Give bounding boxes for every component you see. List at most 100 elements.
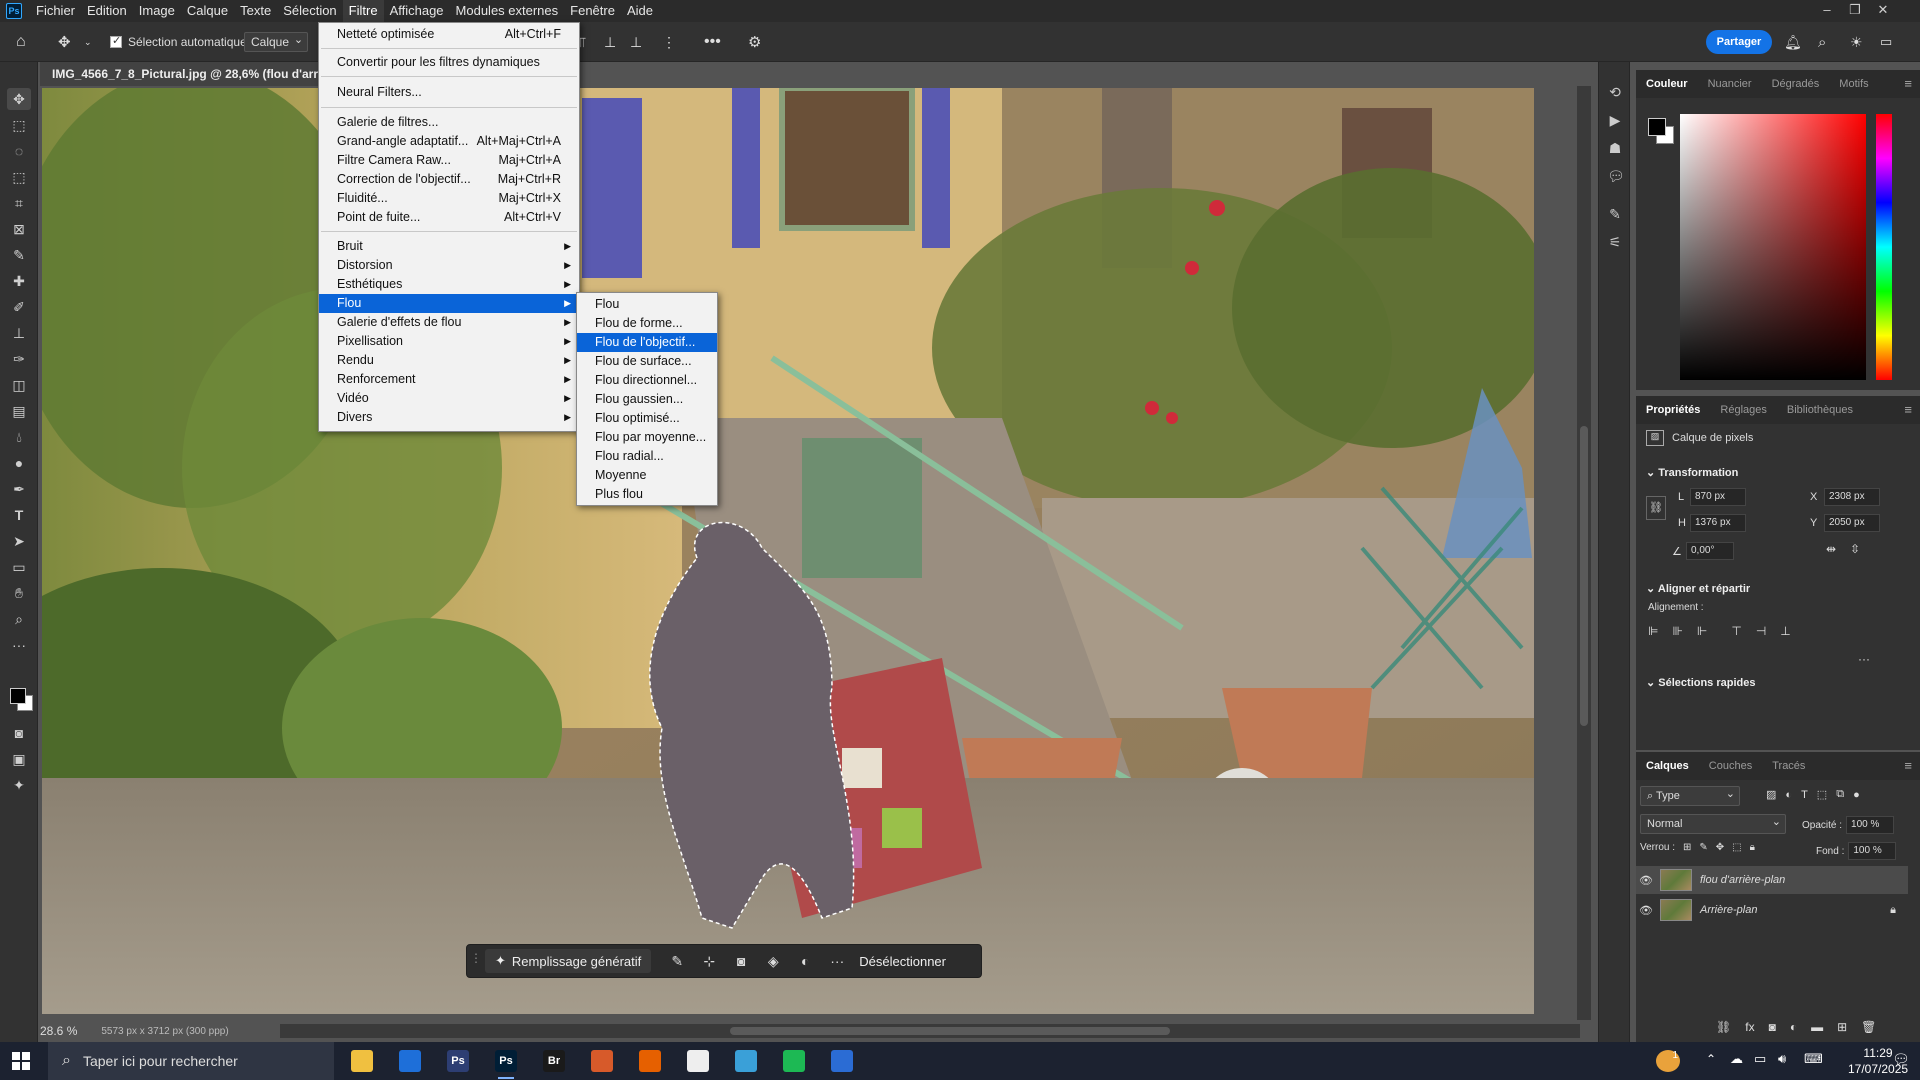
taskbar-app-notepad-icon[interactable] (678, 1047, 718, 1075)
healing-brush-tool-icon[interactable]: ✚ (7, 270, 31, 292)
history-brush-tool-icon[interactable]: ✑ (7, 348, 31, 370)
mask-icon[interactable]: ◙ (725, 953, 757, 969)
drag-handle-icon[interactable]: ⋮ (470, 951, 482, 965)
menu-texte[interactable]: Texte (234, 0, 277, 22)
onedrive-icon[interactable]: ☁ (1730, 1051, 1743, 1067)
volume-icon[interactable]: 🔊︎ (1778, 1051, 1786, 1067)
width-field[interactable]: 870 px (1690, 488, 1746, 506)
align-left-icon[interactable]: ⊫ (1648, 624, 1658, 638)
move-tool-icon[interactable]: ✥ (58, 31, 71, 53)
tab-couleur[interactable]: Couleur (1636, 70, 1698, 98)
add-mask-icon[interactable]: ◙ (1769, 1020, 1776, 1034)
menu-item-fluidite[interactable]: Fluidité... Maj+Ctrl+X (319, 189, 579, 208)
layer-row-arriere-plan[interactable]: 👁︎ Arrière-plan 🔒︎ (1636, 896, 1908, 924)
menu-item-flou[interactable]: Flou ▶ (319, 294, 579, 313)
deselect-button[interactable]: Désélectionner (859, 954, 946, 969)
share-button[interactable]: Partager (1706, 30, 1772, 54)
zoom-level[interactable]: 28.6 % (40, 1024, 77, 1038)
foreground-color-swatch[interactable] (10, 688, 26, 704)
more-options-icon[interactable]: ••• (704, 31, 721, 53)
y-field[interactable]: 2050 px (1824, 514, 1880, 532)
tab-nuancier[interactable]: Nuancier (1698, 70, 1762, 98)
submenu-item-flou-par-moyenne[interactable]: Flou par moyenne... (577, 428, 717, 447)
menu-item-neural-filters[interactable]: Neural Filters... (319, 83, 579, 102)
horizontal-scrollbar[interactable] (280, 1024, 1580, 1038)
height-field[interactable]: 1376 px (1690, 514, 1746, 532)
new-layer-icon[interactable]: ⊞ (1837, 1020, 1847, 1034)
brush-settings-icon[interactable]: ✎ (1607, 206, 1623, 223)
taskbar-app-word-icon[interactable] (822, 1047, 862, 1075)
menu-item-grand-angle[interactable]: Grand-angle adaptatif... Alt+Maj+Ctrl+A (319, 132, 579, 151)
taskbar-app-firefox-icon[interactable] (630, 1047, 670, 1075)
visibility-eye-icon[interactable]: 👁︎ (1636, 904, 1656, 917)
minimize-icon[interactable]: – (1814, 0, 1840, 22)
blend-mode-select[interactable]: Normal (1640, 813, 1786, 834)
tab-reglages[interactable]: Réglages (1710, 396, 1776, 424)
submenu-item-flou-de-surface[interactable]: Flou de surface... (577, 352, 717, 371)
vertical-scrollbar-thumb[interactable] (1580, 426, 1588, 726)
opacity-field[interactable]: 100 % (1846, 816, 1895, 834)
menu-affichage[interactable]: Affichage (384, 0, 450, 22)
gradient-tool-icon[interactable]: ▤ (7, 400, 31, 422)
submenu-item-moyenne[interactable]: Moyenne (577, 466, 717, 485)
fx-icon[interactable]: fx (1745, 1020, 1754, 1034)
taskbar-app-photo-app-icon[interactable] (726, 1047, 766, 1075)
hand-tool-icon[interactable]: ✋︎ (7, 582, 31, 604)
eraser-tool-icon[interactable]: ◫ (7, 374, 31, 396)
discover-lightbulb-icon[interactable]: ☀ (1850, 31, 1863, 53)
settings-gear-icon[interactable]: ⚙ (748, 31, 761, 53)
submenu-item-plus-flou[interactable]: Plus flou (577, 485, 717, 504)
menu-filtre[interactable]: Filtre (342, 0, 384, 22)
menu-item-divers[interactable]: Divers ▶ (319, 408, 579, 427)
tool-preset-chevron-icon[interactable]: ⌄ (84, 31, 92, 53)
vertical-scrollbar[interactable] (1577, 86, 1591, 1020)
align-section-header[interactable]: ⌄ Aligner et répartir (1646, 582, 1750, 595)
eyedropper-tool-icon[interactable]: ✎ (7, 244, 31, 266)
menu-item-point-de-fuite[interactable]: Point de fuite... Alt+Ctrl+V (319, 208, 579, 227)
menu-item-nettete-optimisee[interactable]: Netteté optimisée Alt+Ctrl+F (319, 25, 579, 44)
menu-item-correction-objectif[interactable]: Correction de l'objectif... Maj+Ctrl+R (319, 170, 579, 189)
panel-menu-icon[interactable]: ≡ (1904, 76, 1912, 91)
menu-item-convertir-filtres-dynamiques[interactable]: Convertir pour les filtres dynamiques (319, 53, 579, 72)
submenu-item-flou-gaussien[interactable]: Flou gaussien... (577, 390, 717, 409)
flip-vertical-icon[interactable]: ⇳ (1850, 542, 1860, 556)
menu-item-rendu[interactable]: Rendu ▶ (319, 351, 579, 370)
close-icon[interactable]: ✕ (1870, 0, 1896, 22)
network-icon[interactable]: ▭ (1754, 1051, 1766, 1067)
align-right-icon[interactable]: ⊩ (1697, 624, 1707, 638)
screen-mode-icon[interactable]: ▣ (7, 748, 31, 770)
document-dimensions[interactable]: 5573 px x 3712 px (300 ppp) (101, 1026, 228, 1037)
generative-fill-button[interactable]: ✦ Remplissage génératif (485, 949, 652, 973)
menu-modules-externes[interactable]: Modules externes (450, 0, 565, 22)
align-vcenter-icon[interactable]: ⊣ (1756, 624, 1766, 638)
submenu-item-flou-optimise[interactable]: Flou optimisé... (577, 409, 717, 428)
layer-filter-select[interactable]: ⌕ Type (1640, 785, 1740, 806)
lasso-tool-icon[interactable]: ◌ (7, 140, 31, 162)
type-tool-icon[interactable]: T (7, 504, 31, 526)
actions-play-icon[interactable]: ▶ (1607, 112, 1623, 129)
quick-selections-header[interactable]: ⌄ Sélections rapides (1646, 676, 1756, 689)
layer-name[interactable]: Arrière-plan (1700, 904, 1757, 916)
taskbar-app-photoshop-icon[interactable]: Ps (438, 1047, 478, 1075)
color-picker-field[interactable] (1680, 114, 1866, 380)
brush-selection-icon[interactable]: ✎ (661, 953, 693, 970)
tab-bibliotheques[interactable]: Bibliothèques (1777, 396, 1863, 424)
marquee-tool-icon[interactable]: ⬚ (7, 114, 31, 136)
fill-field[interactable]: 100 % (1848, 842, 1897, 860)
panel-menu-icon[interactable]: ≡ (1904, 758, 1912, 773)
taskbar-app-spotify-icon[interactable] (774, 1047, 814, 1075)
workspace-icon[interactable]: ▭ (1880, 31, 1892, 53)
menu-item-galerie-effets-flou[interactable]: Galerie d'effets de flou ▶ (319, 313, 579, 332)
path-selection-tool-icon[interactable]: ➤ (7, 530, 31, 552)
menu-edition[interactable]: Edition (81, 0, 133, 22)
menu-fichier[interactable]: Fichier (30, 0, 81, 22)
menu-item-esthetiques[interactable]: Esthétiques ▶ (319, 275, 579, 294)
invert-selection-icon[interactable]: ◐ (789, 953, 821, 969)
menu-aide[interactable]: Aide (621, 0, 659, 22)
align-middle-icon[interactable]: ⊥ (604, 31, 616, 53)
link-layers-icon[interactable]: ⛓ (1716, 1020, 1731, 1034)
menu-item-video[interactable]: Vidéo ▶ (319, 389, 579, 408)
menu-item-bruit[interactable]: Bruit ▶ (319, 237, 579, 256)
dodge-tool-icon[interactable]: ● (7, 452, 31, 474)
move-tool-icon[interactable]: ✥ (7, 88, 31, 110)
